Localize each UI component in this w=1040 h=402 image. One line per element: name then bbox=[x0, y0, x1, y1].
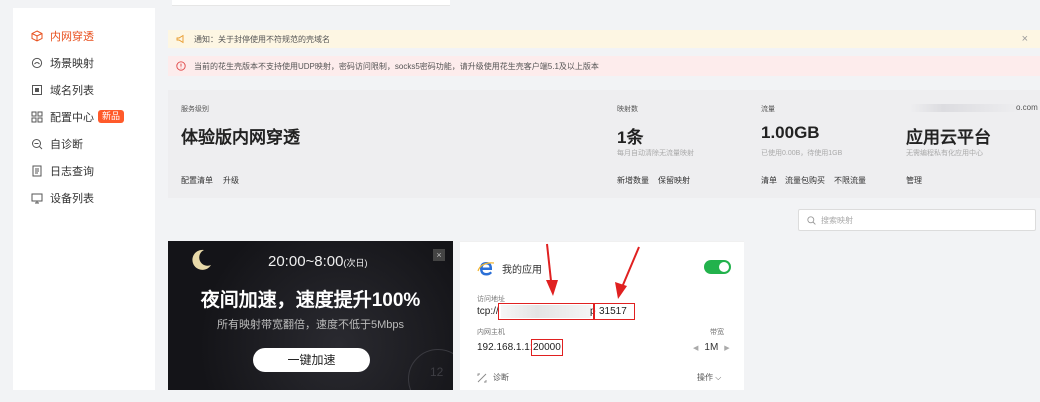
sidebar-item-self-diagnose[interactable]: 自诊断 bbox=[13, 130, 155, 157]
promo-time: 20:00~8:00(次日) bbox=[268, 253, 368, 270]
bandwidth-value: 1M bbox=[704, 342, 719, 353]
app-enable-toggle[interactable] bbox=[704, 260, 731, 274]
warning-text: 当前的花生壳版本不支持使用UDP映射，密码访问限制，socks5密码功能，请升级… bbox=[194, 61, 599, 71]
top-bar bbox=[172, 0, 450, 6]
sidebar-item-label: 内网穿透 bbox=[50, 30, 94, 43]
cloud-icon bbox=[30, 56, 44, 70]
sidebar-item-label: 日志查询 bbox=[50, 165, 94, 178]
mapping-count-value: 1条 bbox=[617, 128, 644, 147]
mapping-count-note: 每月自动清除无流量映射 bbox=[617, 150, 694, 157]
close-icon[interactable]: × bbox=[1022, 33, 1028, 45]
highlight-box-address bbox=[498, 303, 594, 320]
traffic-value: 1.00GB bbox=[761, 123, 820, 142]
megaphone-icon bbox=[176, 34, 186, 44]
service-level-value: 体验版内网穿透 bbox=[181, 128, 300, 147]
sidebar-item-intranet[interactable]: 内网穿透 bbox=[13, 22, 155, 49]
notice-banner: 通知：关于封停使用不符规范的壳域名 × bbox=[168, 30, 1040, 48]
chevron-left-icon[interactable]: ◀ bbox=[693, 344, 698, 352]
traffic-list-link[interactable]: 清单 bbox=[761, 175, 777, 186]
service-level-label: 服务级别 bbox=[181, 106, 209, 113]
one-click-boost-button[interactable]: 一键加速 bbox=[253, 348, 370, 372]
traffic-usage-note: 已使用0.00B，待使用1GB bbox=[761, 150, 843, 157]
close-icon[interactable]: × bbox=[433, 249, 445, 261]
config-list-link[interactable]: 配置清单 bbox=[181, 175, 213, 186]
cube-icon bbox=[30, 29, 44, 43]
promo-time-range: 20:00~8:00 bbox=[268, 253, 344, 270]
promo-title: 夜间加速，速度提升100% bbox=[200, 290, 421, 311]
notice-text[interactable]: 通知：关于封停使用不符规范的壳域名 bbox=[194, 34, 330, 45]
search-input[interactable]: 搜索映射 bbox=[798, 209, 1036, 231]
address-prefix: tcp:// bbox=[477, 306, 499, 317]
diagnose-label: 诊断 bbox=[493, 373, 509, 382]
bandwidth-label: 带宽 bbox=[710, 329, 724, 336]
service-summary-panel: 服务级别 体验版内网穿透 配置清单 升级 映射数 1条 每月自动清除无流量映射 … bbox=[168, 90, 1040, 198]
masked-account-text bbox=[910, 104, 1020, 112]
sidebar-item-label: 配置中心 bbox=[50, 111, 94, 124]
mapping-count-label: 映射数 bbox=[617, 106, 638, 113]
app-name: 我的应用 bbox=[502, 265, 542, 276]
operation-dropdown[interactable]: 操作 ⌵ bbox=[697, 372, 721, 383]
sidebar-item-label: 设备列表 bbox=[50, 192, 94, 205]
diagnose-link[interactable]: 诊断 bbox=[477, 372, 509, 383]
host-label: 内网主机 bbox=[477, 329, 505, 336]
bandwidth-stepper[interactable]: ◀ 1M ▶ bbox=[693, 342, 730, 353]
sidebar-item-domains[interactable]: 域名列表 bbox=[13, 76, 155, 103]
chevron-right-icon[interactable]: ▶ bbox=[724, 344, 729, 352]
account-domain-suffix: o.com bbox=[1016, 103, 1038, 112]
night-boost-promo: 20:00~8:00(次日) 夜间加速，速度提升100% 所有映射带宽翻倍，速度… bbox=[168, 241, 453, 390]
app-card: 我的应用 访问地址 tcp:// p 31517 内网主机 带宽 192.168… bbox=[460, 241, 744, 390]
monitor-icon bbox=[30, 191, 44, 205]
highlight-box-host-port bbox=[531, 339, 563, 356]
sidebar-item-scene-mapping[interactable]: 场景映射 bbox=[13, 49, 155, 76]
sidebar-item-label: 自诊断 bbox=[50, 138, 83, 151]
promo-subtitle: 所有映射带宽翻倍，速度不低于5Mbps bbox=[216, 319, 404, 331]
log-icon bbox=[30, 164, 44, 178]
sidebar-item-config-center[interactable]: 配置中心 新品 bbox=[13, 103, 155, 130]
sidebar: 内网穿透 场景映射 域名列表 配置中心 新品 自诊断 日志查询 设备列表 bbox=[13, 8, 155, 390]
main-content: 通知：关于封停使用不符规范的壳域名 × 当前的花生壳版本不支持使用UDP映射，密… bbox=[155, 0, 1040, 402]
sidebar-item-log-query[interactable]: 日志查询 bbox=[13, 157, 155, 184]
chevron-down-icon: ⌵ bbox=[715, 373, 722, 382]
sidebar-item-label: 域名列表 bbox=[50, 84, 94, 97]
sidebar-item-label: 场景映射 bbox=[50, 57, 94, 70]
diagnose-icon bbox=[477, 373, 487, 382]
cloud-platform-note: 无需编程私有化应用中心 bbox=[906, 150, 983, 157]
keep-mapping-link[interactable]: 保留映射 bbox=[658, 175, 690, 186]
search-placeholder: 搜索映射 bbox=[821, 215, 853, 225]
operation-label: 操作 bbox=[697, 373, 713, 382]
promo-time-suffix: (次日) bbox=[343, 258, 368, 268]
cloud-platform-value: 应用云平台 bbox=[906, 128, 991, 147]
highlight-box-port bbox=[594, 303, 635, 320]
search-icon bbox=[807, 215, 816, 225]
grid-icon bbox=[30, 110, 44, 124]
browser-logo-icon bbox=[477, 262, 495, 276]
host-ip: 192.168.1.1: bbox=[477, 342, 533, 353]
diagnose-icon bbox=[30, 137, 44, 151]
add-quantity-link[interactable]: 新增数量 bbox=[617, 175, 649, 186]
moon-icon bbox=[192, 249, 211, 270]
traffic-label: 流量 bbox=[761, 106, 775, 113]
warning-icon bbox=[176, 61, 186, 71]
upgrade-link[interactable]: 升级 bbox=[223, 175, 239, 186]
manage-link[interactable]: 管理 bbox=[906, 175, 922, 186]
warning-banner: 当前的花生壳版本不支持使用UDP映射，密码访问限制，socks5密码功能，请升级… bbox=[168, 56, 1040, 76]
domain-icon bbox=[30, 83, 44, 97]
buy-traffic-link[interactable]: 流量包购买 bbox=[785, 175, 825, 186]
new-badge: 新品 bbox=[98, 110, 125, 123]
sidebar-item-device-list[interactable]: 设备列表 bbox=[13, 184, 155, 211]
unlimited-traffic-link[interactable]: 不限流量 bbox=[834, 175, 866, 186]
clock-number: 12 bbox=[430, 365, 444, 379]
